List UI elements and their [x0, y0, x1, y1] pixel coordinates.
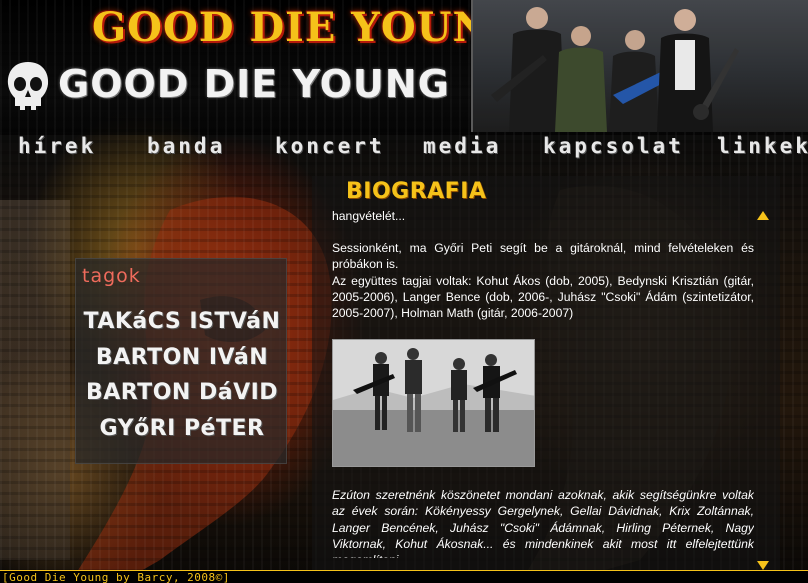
- member-link[interactable]: TAKáCS ISTVáN: [76, 309, 288, 334]
- members-heading: tagok: [82, 265, 141, 287]
- skull-icon: [7, 62, 49, 110]
- nav-item-koncert[interactable]: koncert: [275, 134, 385, 158]
- nav-item-linkek[interactable]: linkek: [717, 134, 808, 158]
- logo-title[interactable]: GOOD DIE YOUNG: [58, 60, 450, 108]
- biography-text[interactable]: hangvételét... Sessionként, ma Győri Pet…: [332, 208, 754, 558]
- nav-item-media[interactable]: media: [423, 134, 501, 158]
- bio-paragraph: hangvételét...: [332, 209, 406, 223]
- band-photo-header: [471, 0, 808, 132]
- main-nav: hírek banda koncert media kapcsolat link…: [0, 134, 808, 164]
- section-title: BIOGRAFIA: [346, 179, 487, 204]
- footer-credit: [Good Die Young by Barcy, 2008©]: [2, 571, 230, 583]
- member-link[interactable]: BARTON DáVID: [76, 380, 288, 405]
- band-members-image: [473, 0, 808, 132]
- nav-item-kapcsolat[interactable]: kapcsolat: [543, 134, 684, 158]
- bio-paragraph-thanks: Ezúton szeretnénk köszönetet mondani azo…: [332, 488, 754, 558]
- nav-item-hirek[interactable]: hírek: [18, 134, 96, 158]
- members-panel: tagok TAKáCS ISTVáN BARTON IVáN BARTON D…: [75, 258, 287, 464]
- scroll-down-arrow[interactable]: [757, 561, 769, 570]
- footer: [Good Die Young by Barcy, 2008©]: [0, 570, 808, 583]
- member-link[interactable]: GYőRI PéTER: [76, 416, 288, 441]
- band-photo-bio: [332, 339, 535, 468]
- scroll-up-arrow[interactable]: [757, 211, 769, 220]
- member-link[interactable]: BARTON IVáN: [76, 345, 288, 370]
- site-title-banner[interactable]: GOOD DIE YOUNG: [92, 6, 525, 50]
- bio-paragraph: Sessionként, ma Győri Peti segít be a gi…: [332, 241, 754, 272]
- bio-paragraph: Az együttes tagjai voltak: Kohut Ákos (d…: [332, 273, 754, 321]
- band-group-image: [333, 340, 534, 467]
- nav-item-banda[interactable]: banda: [147, 134, 225, 158]
